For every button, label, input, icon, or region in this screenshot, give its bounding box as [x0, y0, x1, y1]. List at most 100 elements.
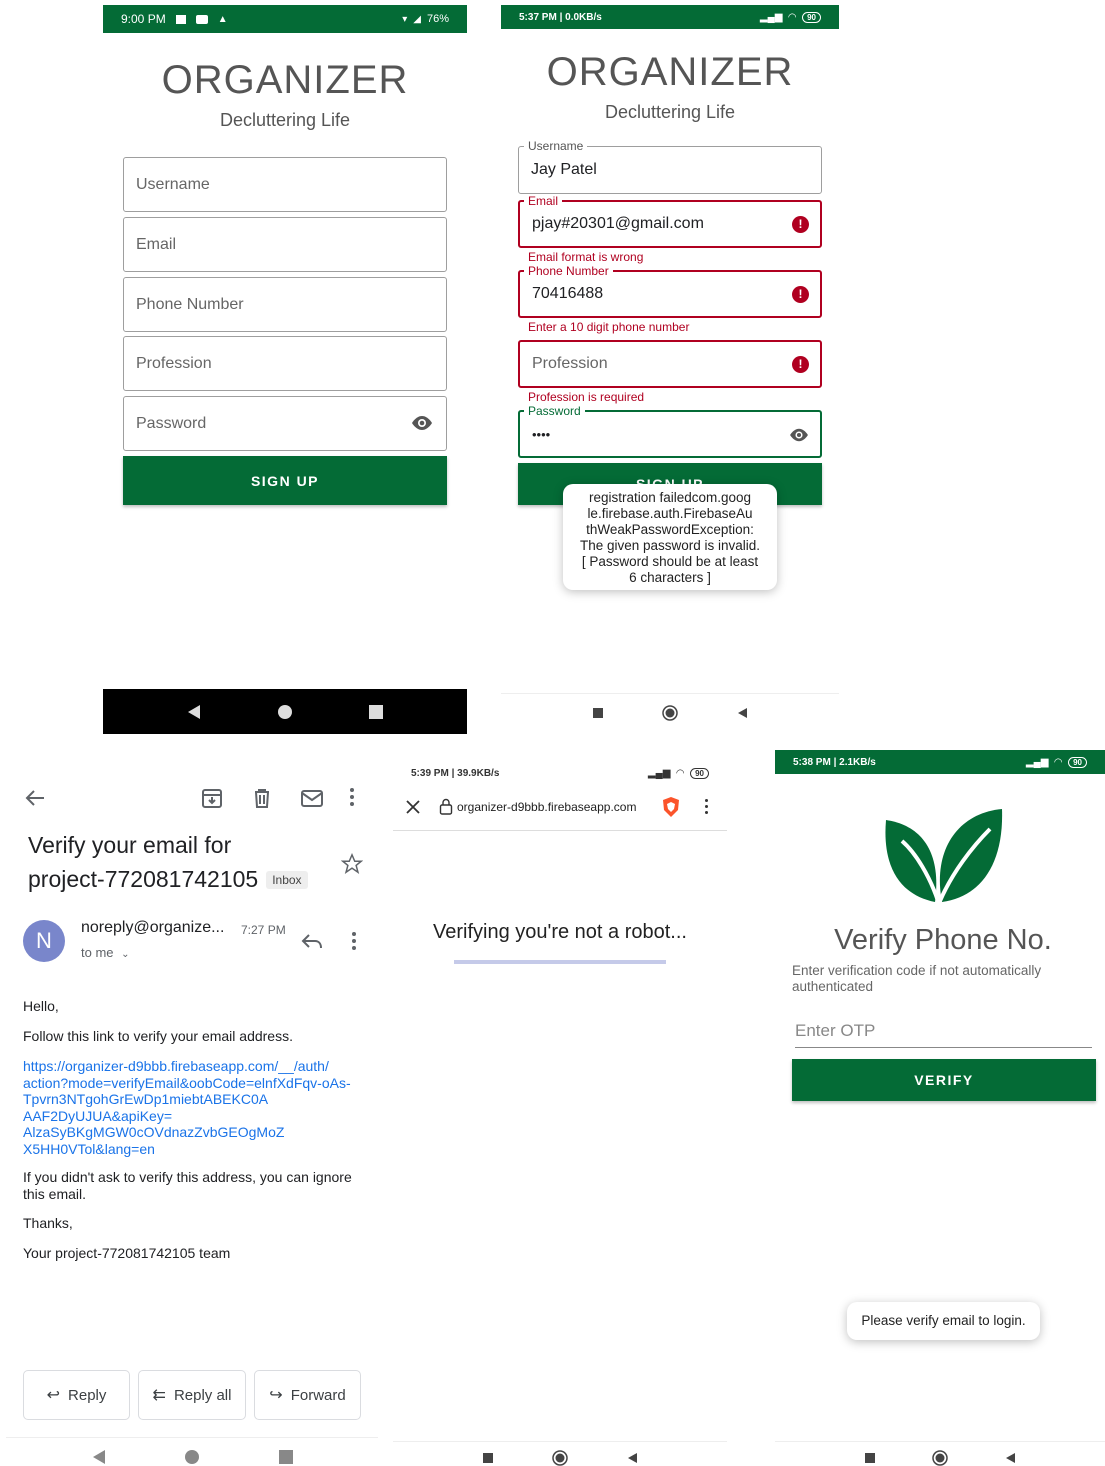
- signal-icon: ▂▄▆: [759, 11, 783, 23]
- error-icon: !: [792, 356, 809, 373]
- wifi-icon: ▾: [402, 13, 408, 25]
- signup-button[interactable]: SIGN UP: [123, 456, 447, 505]
- battery-percent: 76%: [426, 13, 449, 25]
- recipient-to[interactable]: to me ⌄: [81, 945, 130, 960]
- password-value: ••••: [532, 426, 551, 442]
- reply-button[interactable]: ↩ Reply: [23, 1370, 130, 1420]
- forward-button[interactable]: ↪ Forward: [254, 1370, 361, 1420]
- sender-name[interactable]: noreply@organize...: [81, 919, 224, 937]
- back-icon[interactable]: [186, 704, 202, 720]
- username-label: Username: [524, 139, 588, 153]
- recents-icon[interactable]: [278, 1449, 294, 1465]
- thanks-text: Thanks,: [23, 1215, 73, 1231]
- email-error: Email format is wrong: [528, 250, 644, 264]
- status-time: 9:00 PM: [121, 12, 166, 26]
- mail-icon[interactable]: [300, 787, 324, 809]
- email-subject-project: project-772081742105: [28, 866, 259, 892]
- paytm-icon: [195, 14, 208, 24]
- brave-shield-icon[interactable]: [661, 796, 681, 818]
- home-icon[interactable]: [662, 705, 678, 721]
- signal-icon: ▂▄▆: [647, 767, 671, 779]
- back-icon[interactable]: [626, 1452, 638, 1464]
- recents-icon[interactable]: [592, 707, 604, 719]
- recents-icon[interactable]: [482, 1452, 494, 1464]
- back-icon[interactable]: [736, 707, 748, 719]
- profession-placeholder: Profession: [136, 354, 212, 372]
- back-icon[interactable]: [90, 1449, 106, 1465]
- username-value: Jay Patel: [531, 161, 597, 178]
- error-icon: !: [792, 216, 809, 233]
- home-icon[interactable]: [277, 704, 293, 720]
- status-bar: 9:00 PM ▲ ▾ ◢ 76%: [103, 5, 467, 33]
- password-placeholder: Password: [136, 414, 207, 432]
- phone-label: Phone Number: [524, 264, 613, 278]
- more-options-icon[interactable]: [350, 788, 356, 806]
- inbox-badge[interactable]: Inbox: [266, 870, 308, 889]
- toast-line: 6 characters ]: [629, 570, 711, 585]
- password-field[interactable]: Password: [123, 396, 447, 451]
- email-time: 7:27 PM: [241, 923, 286, 937]
- reply-all-button[interactable]: ⇇ Reply all: [138, 1370, 246, 1420]
- link-line: action?mode=verifyEmail&oobCode=elnfXdFq…: [23, 1074, 351, 1091]
- star-icon[interactable]: [341, 853, 363, 875]
- description-line: authenticated: [792, 979, 874, 994]
- profession-field[interactable]: Profession !: [518, 340, 822, 388]
- username-placeholder: Username: [136, 175, 210, 193]
- reply-button-label: Reply: [68, 1386, 107, 1404]
- progress-bar: [454, 960, 666, 964]
- profession-placeholder: Profession: [532, 355, 608, 372]
- username-field[interactable]: Jay Patel: [518, 146, 822, 194]
- eye-icon[interactable]: [788, 427, 810, 443]
- phone-field[interactable]: Phone Number: [123, 277, 447, 332]
- verify-description: Enter verification code if not automatic…: [792, 963, 1041, 995]
- nav-bar: [501, 699, 839, 727]
- email-value: pjay#20301@gmail.com: [532, 215, 704, 232]
- recents-icon[interactable]: [864, 1452, 876, 1464]
- close-icon[interactable]: [406, 800, 420, 814]
- status-bar: 5:37 PM | 0.0KB/s ▂▄▆ ◠ 90: [501, 5, 839, 29]
- toast-line: registration failedcom.goog: [588, 490, 752, 505]
- profession-field[interactable]: Profession: [123, 336, 447, 391]
- nav-divider: [775, 1441, 1105, 1442]
- status-time: 5:39 PM | 39.9KB/s: [411, 767, 500, 779]
- message-more-icon[interactable]: [352, 932, 358, 950]
- app-subtitle: Decluttering Life: [219, 110, 351, 130]
- toast-line: The given password is invalid.: [579, 538, 761, 553]
- image-icon: [175, 14, 186, 24]
- app-title: ORGANIZER: [546, 50, 794, 94]
- link-line: X5HH0VTol&lang=en: [23, 1140, 155, 1157]
- verification-link[interactable]: https://organizer-d9bbb.firebaseapp.com/…: [23, 1058, 351, 1157]
- email-field[interactable]: Email: [123, 217, 447, 272]
- browser-toolbar: organizer-d9bbb.firebaseapp.com: [393, 786, 727, 831]
- home-icon[interactable]: [184, 1449, 200, 1465]
- email-field[interactable]: pjay#20301@gmail.com !: [518, 200, 822, 248]
- otp-input[interactable]: Enter OTP: [795, 1021, 1092, 1048]
- home-icon[interactable]: [552, 1450, 568, 1466]
- nav-divider: [6, 1437, 378, 1438]
- home-icon[interactable]: [932, 1450, 948, 1466]
- nav-bar: [393, 1450, 727, 1466]
- avatar[interactable]: N: [23, 920, 65, 962]
- back-icon[interactable]: [1004, 1452, 1016, 1464]
- eye-icon[interactable]: [410, 414, 434, 432]
- chevron-down-icon: ⌄: [121, 949, 130, 960]
- email-subject-line1: Verify your email for: [28, 832, 232, 858]
- status-time: 5:38 PM | 2.1KB/s: [793, 756, 876, 768]
- ignore-line: If you didn't ask to verify this address…: [23, 1169, 352, 1185]
- verify-title: Verify Phone No.: [834, 924, 1052, 956]
- archive-icon[interactable]: [201, 787, 223, 809]
- status-time: 5:37 PM | 0.0KB/s: [519, 11, 602, 23]
- verify-button[interactable]: VERIFY: [792, 1059, 1096, 1101]
- reply-arrow-icon: ↩: [46, 1387, 61, 1404]
- toast-line: le.firebase.auth.FirebaseAu: [587, 506, 753, 521]
- link-line: AlzaSyBKgMGW0cOVdnazZvbGEOgMoZ: [23, 1124, 285, 1140]
- username-field[interactable]: Username: [123, 157, 447, 212]
- browser-menu-icon[interactable]: [705, 799, 709, 814]
- reply-icon[interactable]: [301, 932, 323, 950]
- to-me-label: to me: [81, 945, 114, 960]
- back-arrow-icon[interactable]: [24, 787, 46, 809]
- toast-line: thWeakPasswordException:: [586, 522, 754, 537]
- recents-icon[interactable]: [368, 704, 384, 720]
- url-text[interactable]: organizer-d9bbb.firebaseapp.com: [457, 800, 636, 814]
- delete-icon[interactable]: [251, 787, 273, 809]
